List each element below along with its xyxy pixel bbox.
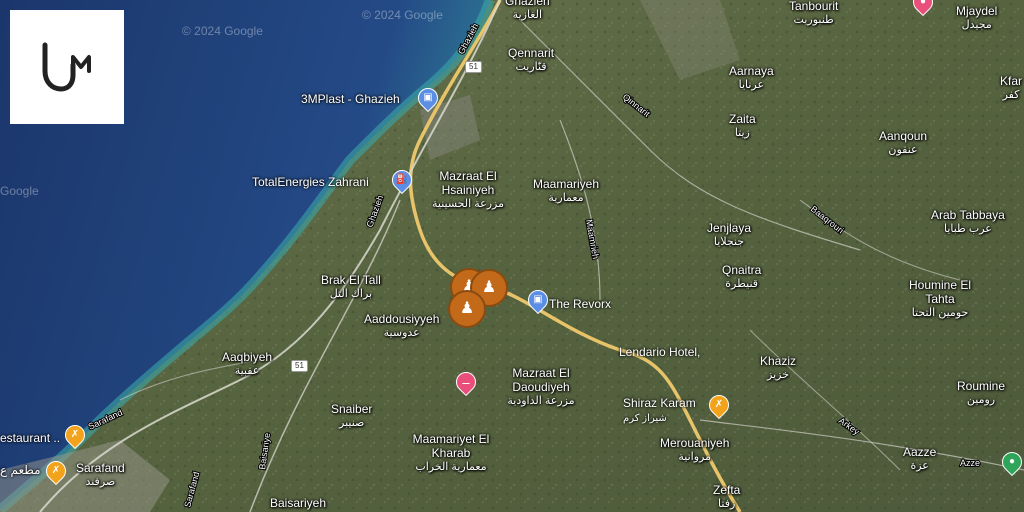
poi-lendario-label[interactable]: Lendario Hotel, (619, 345, 700, 359)
place-label-maamariyeh[interactable]: Maamariyeh معمارية (533, 177, 599, 205)
place-label-snaiber[interactable]: Snaiber صنيبر (331, 402, 372, 430)
place-label-sarafand[interactable]: Sarafand صرفند (76, 461, 125, 489)
road-shield: 51 (465, 61, 482, 73)
brand-logo[interactable] (10, 10, 124, 124)
um-logo-icon (42, 42, 91, 92)
place-label-ghazieh-top[interactable]: Ghazieh الغازية (505, 0, 550, 22)
place-label-zefta[interactable]: Zefta زفتا (713, 483, 740, 511)
place-label-aaddousiyyeh[interactable]: Aaddousiyyeh عدوسية (364, 312, 439, 340)
place-label-mazraat-hsainiyeh[interactable]: Mazraat El Hsainiyeh مزرعة الحسينية (428, 169, 508, 211)
map-watermark: © 2024 Google (362, 8, 443, 22)
poi-shiraz-label[interactable]: Shiraz Karam شيراز كرم (623, 396, 696, 424)
place-label-khaziz[interactable]: Khaziz خزيز (760, 354, 796, 382)
place-label-kfar[interactable]: Kfar كفر (1000, 74, 1022, 102)
road-label: Azze (960, 458, 980, 468)
place-label-aazze[interactable]: Aazze عزة (903, 445, 936, 473)
worker-marker-icon[interactable]: ♟ (448, 290, 486, 328)
map-watermark: © 2024 Google (182, 24, 263, 38)
place-label-arab-tabbaya[interactable]: Arab Tabbaya عرب طبايا (931, 208, 1005, 236)
place-label-brak-el-tall[interactable]: Brak El Tall براك التل (321, 273, 381, 301)
place-label-qnaitra[interactable]: Qnaitra قنيطرة (722, 263, 761, 291)
place-label-jenjlaya[interactable]: Jenjlaya جنجلايا (707, 221, 751, 249)
place-label-mjaydel[interactable]: Mjaydel مجيدل (956, 4, 997, 32)
place-label-roumine[interactable]: Roumine رومين (957, 379, 1005, 407)
place-label-maamariyet-kharab[interactable]: Maamariyet El Kharab معمارية الخراب (411, 432, 491, 474)
satellite-map[interactable]: Ghazieh Ghazieh Qinnarit Maamrieh Baaqro… (0, 0, 1024, 512)
place-label-aanqoun[interactable]: Aanqoun عنقون (879, 129, 927, 157)
place-label-aarnaya[interactable]: Aarnaya عرنايا (729, 64, 774, 92)
place-label-aaqbiyeh[interactable]: Aaqbiyeh عقبية (222, 350, 272, 378)
place-label-baisariyeh[interactable]: Baisariyeh (270, 496, 326, 510)
road-shield: 51 (291, 360, 308, 372)
place-label-zaita[interactable]: Zaita زيتا (729, 112, 756, 140)
place-label-qennarit[interactable]: Qennarit قنّاريت (508, 46, 554, 74)
place-label-tanbourit[interactable]: Tanbourit طنبوريت (789, 0, 838, 27)
poi-revorx-label[interactable]: The Revorx (549, 297, 611, 311)
map-watermark: Google (0, 184, 39, 198)
poi-3mplast-label[interactable]: 3MPlast - Ghazieh (301, 92, 400, 106)
poi-restaurant-label[interactable]: estaurant .. (0, 431, 60, 445)
place-label-merouaniyeh[interactable]: Merouaniyeh مروانية (660, 436, 729, 464)
place-label-mazraat-daoudiyeh[interactable]: Mazraat El Daoudiyeh مزرعة الداودية (501, 366, 581, 408)
poi-restaurant-ar-label[interactable]: مطعم ع (0, 463, 41, 477)
poi-totalenergies-label[interactable]: TotalEnergies Zahrani (252, 175, 369, 189)
place-label-houmine[interactable]: Houmine El Tahta حومين التحتا (905, 278, 975, 320)
